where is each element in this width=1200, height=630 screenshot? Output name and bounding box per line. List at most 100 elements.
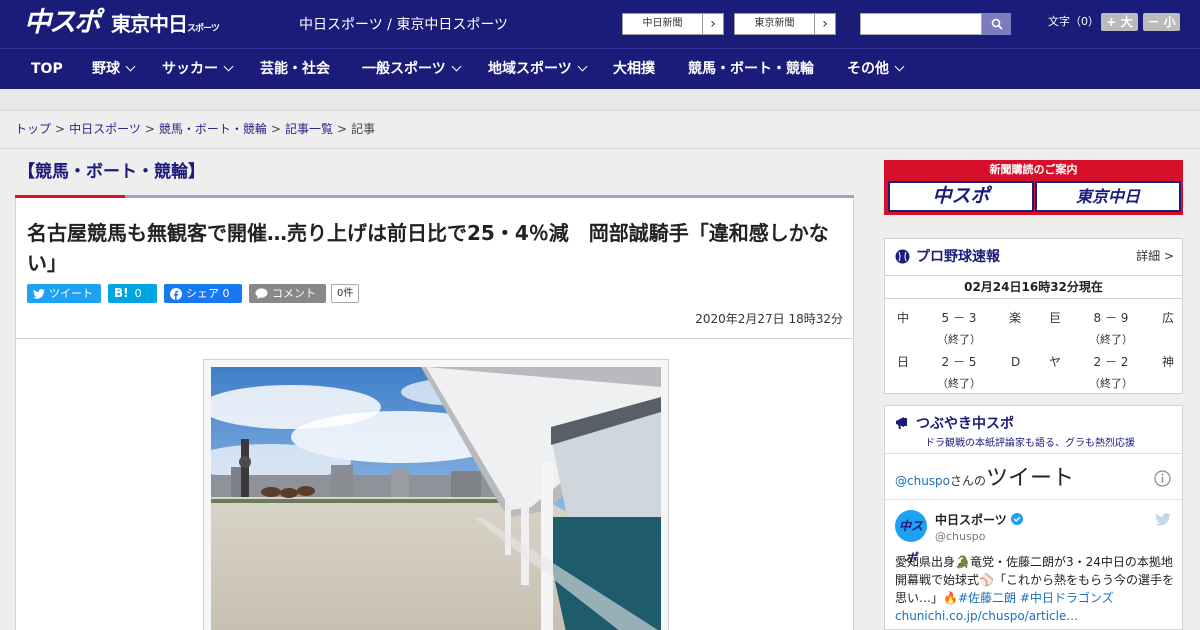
subscription-promo: 新聞購読のご案内 中スポ 東京中日 [884,160,1183,215]
baseball-title: プロ野球速報 [916,249,1000,265]
megaphone-icon [896,417,907,429]
chevron-down-icon [894,61,905,72]
team-home: 中 [897,311,910,325]
tweets-heading-text: ツイート [986,466,1075,491]
article-photo[interactable] [211,367,661,630]
divider [885,453,1182,454]
twitter-icon [33,288,45,299]
breadcrumb-separator: > [144,122,155,136]
game-status: （終了） [1089,333,1133,346]
breadcrumb-separator: > [337,122,348,136]
comment-button[interactable]: コメント [249,284,326,303]
hatena-button[interactable]: B! 0 [108,284,157,303]
tweet-account-name[interactable]: 中日スポーツ [935,511,1023,528]
nav-sumo[interactable]: 大相撲 [613,49,655,90]
tweet-account-name-text: 中日スポーツ [935,513,1007,527]
team-home: 巨 [1049,311,1062,325]
search-icon [991,18,1003,30]
article-card: 名古屋競馬も無観客で開催…売り上げは前日比で25・4％減 岡部誠騎手「違和感しか… [15,198,854,630]
info-icon[interactable] [1154,470,1171,487]
chevron-down-icon [451,61,462,72]
breadcrumb-top[interactable]: トップ [15,122,51,136]
chevron-right-icon: › [822,16,828,32]
subscribe-tokyo-button[interactable]: 東京中日 [1035,181,1181,212]
team-home: ヤ [1049,355,1062,369]
ext-link-label: 東京新聞 [735,14,815,34]
dragon-emoji-icon: 🐊 [955,555,970,569]
baseball-icon [895,249,910,264]
game-score[interactable]: 2 － 2 [1081,355,1141,369]
team-away: D [1011,355,1021,369]
nav-keiba[interactable]: 競馬・ボート・競輪 [688,49,814,90]
nav-label: その他 [847,61,889,77]
fire-emoji-icon: 🔥 [943,591,958,605]
nav-label: 芸能・社会 [260,61,330,77]
nav-label: サッカー [162,61,218,77]
nav-label: 大相撲 [613,61,655,77]
tweet-hashtags[interactable]: #佐藤二朗 #中日ドラゴンズ [958,591,1114,605]
breadcrumb-article-list[interactable]: 記事一覧 [285,122,333,136]
baseball-timestamp: 02月24日16時32分現在 [885,275,1182,299]
header-band [0,89,1200,111]
breadcrumb: トップ > 中日スポーツ > 競馬・ボート・競輪 > 記事一覧 > 記事 [15,120,375,138]
nav-top[interactable]: TOP [31,49,63,90]
team-away: 広 [1162,311,1175,325]
chevron-down-icon [577,61,588,72]
tokyo-shimbun-link[interactable]: 東京新聞 › [734,13,836,35]
game-score[interactable]: 5 － 3 [929,311,989,325]
nav-other[interactable]: その他 [847,49,905,90]
tweets-subtitle: ドラ観戦の本紙評論家も語る、グラも熱烈応援 [925,438,1135,449]
chevron-down-icon [125,61,136,72]
comment-count: 0件 [331,284,360,303]
team-home: 日 [897,355,910,369]
breadcrumb-chuspo[interactable]: 中日スポーツ [69,122,141,136]
tweets-heading: @chuspoさんのツイート [895,460,1074,492]
site-header: 中スポ 東京中日スポーツ 中日スポーツ / 東京中日スポーツ 中日新聞 › 東京… [0,0,1200,48]
baseball-emoji-icon: ⚾ [979,573,994,587]
baseball-detail-link[interactable]: 詳細 > [1136,247,1174,264]
tweet-button[interactable]: ツイート [27,284,101,303]
facebook-share-button[interactable]: シェア 0 [164,284,242,303]
baseball-scores-box: プロ野球速報 詳細 > 02月24日16時32分現在 中 5 － 3 楽 （終了… [884,238,1183,394]
tweet-account-handle[interactable]: @chuspo [935,530,985,543]
tweet-link[interactable]: chunichi.co.jp/chuspo/article... [895,609,1078,623]
avatar[interactable]: 中スポ [895,510,927,565]
divider [0,148,1200,149]
tweet-text-part: 愛知県出身 [895,555,956,569]
subscribe-chuspo-button[interactable]: 中スポ [888,181,1034,212]
nav-entertainment[interactable]: 芸能・社会 [260,49,330,90]
nav-local-sports[interactable]: 地域スポーツ [488,49,588,90]
search-button[interactable] [982,13,1011,35]
font-larger-button[interactable]: + 大 [1101,13,1138,31]
tokyo-chunichi-logo-sub: スポーツ [187,24,220,34]
comment-icon [255,288,268,299]
search-input[interactable] [860,13,982,35]
divider [16,338,853,339]
breadcrumb-category[interactable]: 競馬・ボート・競輪 [159,122,267,136]
team-away: 楽 [1009,311,1022,325]
verified-icon [1010,513,1023,525]
chuspo-logo[interactable]: 中スポ [24,7,101,39]
font-smaller-button[interactable]: － 小 [1143,13,1180,31]
main-nav: TOP 野球 サッカー 芸能・社会 一般スポーツ 地域スポーツ 大相撲 競馬・ボ… [0,48,1200,89]
tweets-handle-suffix: さんの [950,474,987,488]
tweets-handle-link[interactable]: @chuspo [895,474,950,488]
game-score[interactable]: 2 － 5 [929,355,989,369]
nav-general-sports[interactable]: 一般スポーツ [362,49,462,90]
divider [885,499,1182,500]
team-away: 神 [1162,355,1175,369]
tokyo-chunichi-logo[interactable]: 東京中日スポーツ [111,11,220,42]
publish-date: 2020年2月27日 18時32分 [695,312,843,326]
game-status: （終了） [937,333,981,346]
chevron-right-icon: › [710,16,716,32]
game-score[interactable]: 8 － 9 [1081,311,1141,325]
tweets-box: つぶやき中スポ ドラ観戦の本紙評論家も語る、グラも熱烈応援 @chuspoさんの… [884,405,1183,630]
site-title-link[interactable]: 中日スポーツ / 東京中日スポーツ [299,16,508,34]
twitter-bird-icon [1155,513,1171,526]
nav-label: 野球 [92,61,120,77]
chunichi-shimbun-link[interactable]: 中日新聞 › [622,13,724,35]
nav-label: TOP [31,61,63,77]
nav-soccer[interactable]: サッカー [162,49,234,90]
promo-title: 新聞購読のご案内 [989,163,1078,176]
nav-baseball[interactable]: 野球 [92,49,136,90]
